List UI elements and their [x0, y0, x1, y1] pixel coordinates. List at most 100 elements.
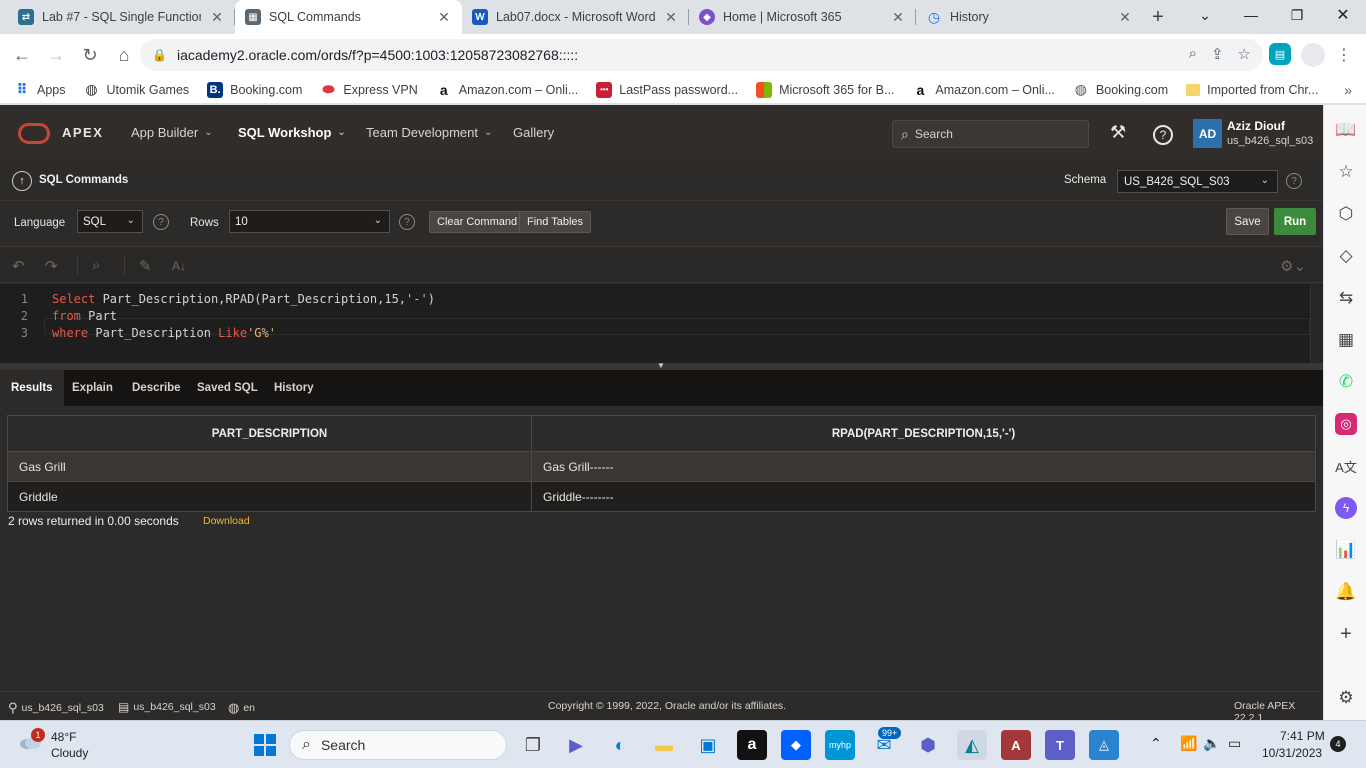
- clock-date[interactable]: 10/31/2023: [1262, 746, 1322, 760]
- bookmark-lastpass[interactable]: ••• LastPass password...: [596, 81, 738, 98]
- share-icon[interactable]: ⇪: [1211, 45, 1224, 63]
- bookmark-amazon-1[interactable]: a Amazon.com – Onli...: [436, 82, 578, 98]
- apex-search-input[interactable]: ⌕ Search: [892, 120, 1089, 148]
- user-name[interactable]: Aziz Diouf: [1227, 119, 1285, 133]
- notification-bell-icon[interactable]: 🔔: [1335, 581, 1357, 603]
- tab-search-chevron-icon[interactable]: ⌄: [1182, 0, 1228, 30]
- browser-tab-history[interactable]: ◷ History ✕: [916, 0, 1143, 34]
- settings-gear-icon[interactable]: ⚙⌄: [1280, 257, 1306, 275]
- translate-icon[interactable]: ⇆: [1335, 287, 1357, 309]
- tab-describe[interactable]: Describe: [121, 370, 192, 406]
- redo-icon[interactable]: ↷: [45, 257, 58, 275]
- rows-select[interactable]: 10 ⌄: [229, 210, 390, 233]
- browser-tab-m365[interactable]: ◆ Home | Microsoft 365 ✕: [689, 0, 916, 34]
- footer-user[interactable]: ⚲ us_b426_sql_s03: [8, 700, 104, 716]
- browser-tab-word[interactable]: W Lab07.docx - Microsoft Word ✕: [462, 0, 689, 34]
- sql-editor[interactable]: 1 2 3 Select Part_Description,RPAD(Part_…: [0, 284, 1323, 363]
- bookmark-amazon-2[interactable]: a Amazon.com – Onli...: [912, 82, 1055, 98]
- close-tab-icon[interactable]: ✕: [1117, 9, 1133, 26]
- clock-time[interactable]: 7:41 PM: [1280, 729, 1325, 743]
- back-button[interactable]: ←: [6, 39, 38, 71]
- favorites-icon[interactable]: ☆: [1335, 161, 1357, 183]
- bookmark-booking[interactable]: B. Booking.com: [207, 81, 302, 98]
- wrench-icon[interactable]: ✎: [139, 257, 152, 275]
- oracle-logo-icon[interactable]: [18, 123, 50, 144]
- bookmark-imported-folder[interactable]: Imported from Chr...: [1186, 83, 1318, 97]
- myhp-icon[interactable]: myhp: [825, 730, 855, 760]
- undo-icon[interactable]: ↶: [12, 257, 25, 275]
- zoom-search-icon[interactable]: ⌕: [1189, 45, 1197, 63]
- nav-team-development[interactable]: Team Development ⌄: [366, 125, 492, 140]
- search-icon[interactable]: ⌕: [92, 257, 100, 274]
- close-tab-icon[interactable]: ✕: [663, 9, 679, 26]
- task-view-icon[interactable]: ❐: [518, 730, 548, 760]
- settings-gear-icon[interactable]: ⚙: [1335, 687, 1357, 709]
- edge-browser-icon[interactable]: ◐: [605, 730, 635, 760]
- microsoft-store-icon[interactable]: ▣: [693, 730, 723, 760]
- home-button[interactable]: ⌂: [108, 39, 140, 71]
- access-icon[interactable]: A: [1001, 730, 1031, 760]
- taskbar-search-input[interactable]: ⌕ Search: [289, 730, 507, 760]
- find-tables-button[interactable]: Find Tables: [519, 211, 592, 233]
- weather-temperature[interactable]: 48°F: [51, 730, 76, 744]
- battery-icon[interactable]: ▭: [1228, 735, 1241, 752]
- package-icon[interactable]: ⬡: [1335, 203, 1357, 225]
- show-hidden-icons-chevron[interactable]: ⌃: [1150, 735, 1162, 752]
- browser-tab-lab7[interactable]: ⇄ Lab #7 - SQL Single Function ✕: [8, 0, 235, 34]
- calendar-icon[interactable]: ▦: [1335, 329, 1357, 351]
- bookmark-booking-2[interactable]: ◍ Booking.com: [1073, 81, 1168, 98]
- file-explorer-icon[interactable]: ▬: [649, 730, 679, 760]
- shopping-tag-icon[interactable]: ◇: [1335, 245, 1357, 267]
- amazon-app-icon[interactable]: a: [737, 730, 767, 760]
- extension-icon[interactable]: ▤: [1269, 43, 1291, 65]
- avatar[interactable]: AD: [1193, 119, 1222, 148]
- help-icon[interactable]: ?: [1153, 125, 1173, 145]
- add-icon[interactable]: +: [1335, 623, 1357, 645]
- teams-icon[interactable]: T: [1045, 730, 1075, 760]
- photos-icon[interactable]: ◬: [1089, 730, 1119, 760]
- close-tab-icon[interactable]: ✕: [209, 9, 225, 26]
- instagram-icon[interactable]: ◎: [1335, 413, 1357, 435]
- clear-command-button[interactable]: Clear Command: [429, 211, 526, 233]
- tab-saved-sql[interactable]: Saved SQL: [186, 370, 269, 406]
- minimize-button[interactable]: —: [1228, 0, 1274, 30]
- new-tab-button[interactable]: +: [1143, 0, 1173, 34]
- forward-button[interactable]: →: [40, 39, 72, 71]
- wifi-icon[interactable]: 📶: [1180, 735, 1197, 752]
- lock-icon[interactable]: 🔒: [152, 48, 167, 62]
- nav-app-builder[interactable]: App Builder ⌄: [131, 125, 213, 140]
- profile-avatar[interactable]: [1301, 43, 1325, 67]
- download-link[interactable]: Download: [203, 515, 250, 527]
- language-select[interactable]: SQL ⌄: [77, 210, 143, 233]
- bookmark-star-icon[interactable]: ☆: [1238, 45, 1251, 63]
- save-button[interactable]: Save: [1226, 208, 1269, 235]
- administration-icon[interactable]: ⚒: [1110, 122, 1126, 143]
- more-bookmarks-icon[interactable]: »: [1344, 82, 1352, 98]
- reading-list-icon[interactable]: 📖: [1335, 119, 1357, 141]
- language-help-icon[interactable]: ?: [153, 214, 169, 230]
- chrome-active-app-icon[interactable]: ◭: [957, 730, 987, 760]
- teams-chat-icon[interactable]: ▶: [561, 730, 591, 760]
- volume-icon[interactable]: 🔈: [1203, 735, 1220, 752]
- address-bar[interactable]: 🔒 iacademy2.oracle.com/ords/f?p=4500:100…: [140, 39, 1263, 71]
- whatsapp-icon[interactable]: ✆: [1335, 371, 1357, 393]
- nav-sql-workshop[interactable]: SQL Workshop ⌄: [238, 125, 346, 140]
- nav-gallery[interactable]: Gallery: [513, 125, 554, 140]
- tab-results[interactable]: Results: [0, 370, 64, 406]
- browser-menu-icon[interactable]: ⋮: [1336, 43, 1352, 67]
- tab-history[interactable]: History: [263, 370, 325, 406]
- up-arrow-icon[interactable]: ↑: [12, 171, 32, 191]
- close-window-button[interactable]: ✕: [1320, 0, 1366, 30]
- bookmark-apps[interactable]: ⠿ Apps: [14, 81, 66, 98]
- notification-count-badge[interactable]: 4: [1330, 736, 1346, 752]
- bookmark-microsoft365[interactable]: Microsoft 365 for B...: [756, 81, 894, 98]
- apex-brand[interactable]: APEX: [62, 125, 103, 140]
- messenger-icon[interactable]: ϟ: [1335, 497, 1357, 519]
- schema-help-icon[interactable]: ?: [1286, 173, 1302, 189]
- weather-condition[interactable]: Cloudy: [51, 746, 88, 760]
- browser-tab-sql-commands[interactable]: ▦ SQL Commands ✕: [235, 0, 462, 34]
- stats-chart-icon[interactable]: 📊: [1335, 539, 1357, 561]
- editor-scrollbar[interactable]: [1310, 284, 1323, 363]
- close-tab-icon[interactable]: ✕: [890, 9, 906, 26]
- dropbox-icon[interactable]: ◆: [781, 730, 811, 760]
